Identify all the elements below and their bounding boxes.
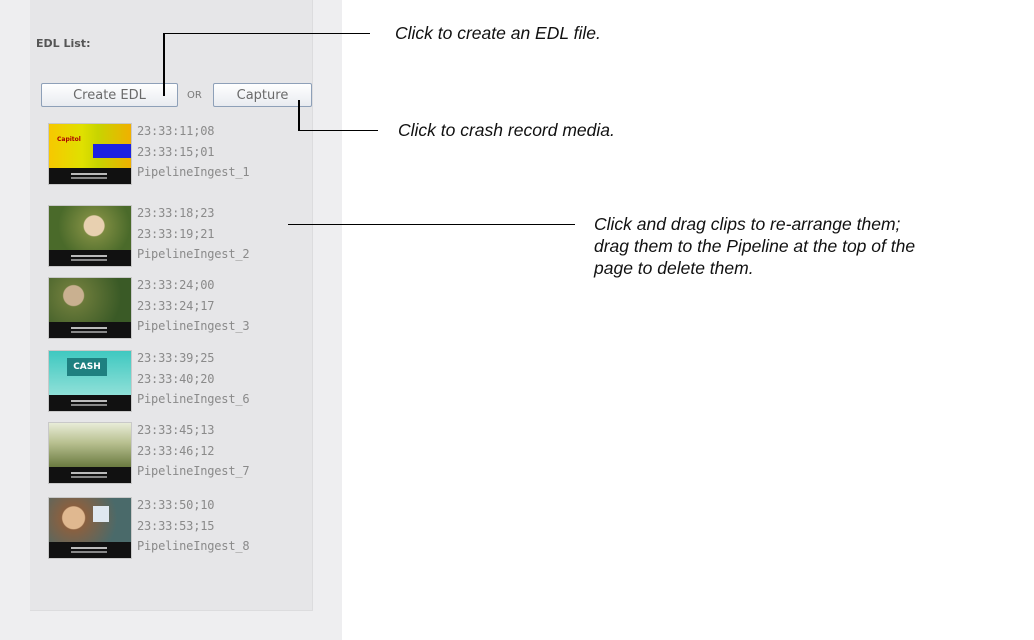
clip-item[interactable]: 23:33:45;13 23:33:46;12 PipelineIngest_7 [48, 422, 288, 490]
clip-name: PipelineIngest_6 [137, 392, 250, 406]
clip-item[interactable]: 23:33:18;23 23:33:19;21 PipelineIngest_2 [48, 205, 288, 273]
create-callout-leader-horizontal [163, 33, 370, 34]
clip-out-time: 23:33:24;17 [137, 298, 215, 313]
clip-out-time: 23:33:46;12 [137, 443, 215, 458]
clip-item[interactable]: 23:33:24;00 23:33:24;17 PipelineIngest_3 [48, 277, 288, 345]
drag-callout-line-1: Click and drag clips to re-arrange them; [594, 214, 901, 234]
clip-in-time: 23:33:39;25 [137, 351, 215, 365]
clip-out-time: 23:33:19;21 [137, 226, 215, 241]
capture-callout-text: Click to crash record media. [398, 120, 615, 140]
clip-name: PipelineIngest_8 [137, 539, 250, 553]
clip-in-time: 23:33:45;13 [137, 423, 215, 437]
clip-thumbnail [48, 497, 132, 559]
clip-item[interactable]: Capitol 23:33:11;08 23:33:15;01 Pipeline… [48, 123, 288, 191]
drag-callout-text: Click and drag clips to re-arrange them;… [594, 213, 1034, 279]
clip-name: PipelineIngest_1 [137, 165, 250, 179]
clip-name: PipelineIngest_3 [137, 319, 250, 333]
clip-out-time: 23:33:15;01 [137, 144, 215, 159]
clip-thumbnail [48, 277, 132, 339]
clip-thumbnail: Capitol [48, 123, 132, 185]
create-callout-leader-vertical [163, 33, 165, 96]
clip-name: PipelineIngest_7 [137, 464, 250, 478]
clip-in-time: 23:33:11;08 [137, 124, 215, 138]
edl-list-title: EDL List: [36, 37, 91, 50]
clip-thumbnail [48, 205, 132, 267]
clip-item[interactable]: CASH 23:33:39;25 23:33:40;20 PipelineIng… [48, 350, 288, 418]
clip-in-time: 23:33:18;23 [137, 206, 215, 220]
drag-callout-line-3: page to delete them. [594, 258, 754, 278]
capture-callout-leader-horizontal [298, 130, 378, 131]
clip-item[interactable]: 23:33:50;10 23:33:53;15 PipelineIngest_8 [48, 497, 288, 565]
capture-callout-leader-vertical [298, 100, 300, 131]
clip-in-time: 23:33:24;00 [137, 278, 215, 292]
clip-name: PipelineIngest_2 [137, 247, 250, 261]
drag-callout-line-2: drag them to the Pipeline at the top of … [594, 236, 916, 256]
clip-out-time: 23:33:40;20 [137, 371, 215, 386]
create-callout-text: Click to create an EDL file. [395, 23, 601, 43]
or-separator: OR [187, 90, 202, 101]
drag-callout-leader [288, 224, 575, 225]
clip-out-time: 23:33:53;15 [137, 518, 215, 533]
clip-in-time: 23:33:50;10 [137, 498, 215, 512]
create-edl-button[interactable]: Create EDL [41, 83, 178, 107]
clip-thumbnail: CASH [48, 350, 132, 412]
clip-thumbnail [48, 422, 132, 484]
